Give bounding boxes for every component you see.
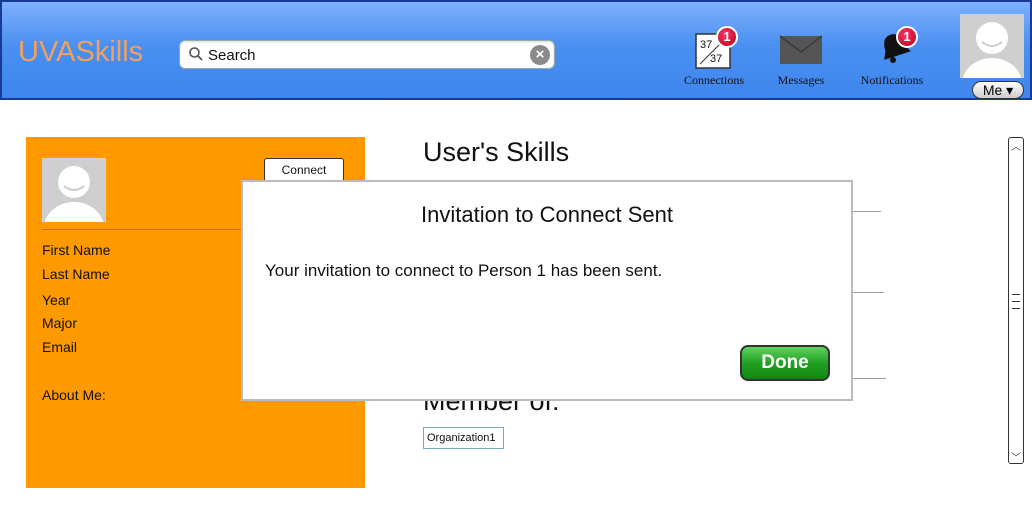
user-avatar[interactable]	[960, 14, 1024, 78]
envelope-icon	[779, 35, 823, 64]
year-label: Year	[42, 292, 71, 308]
last-name-label: Last Name	[42, 266, 110, 282]
major-label: Major	[42, 315, 78, 331]
search-box[interactable]: ×	[179, 40, 555, 69]
avatar-placeholder-icon	[42, 158, 106, 222]
profile-avatar	[42, 158, 106, 222]
notifications-label: Notifications	[860, 73, 924, 87]
nav-connections[interactable]: 37 37 1 Connections	[672, 26, 756, 90]
connections-icon-count-bottom: 37	[710, 53, 722, 65]
vertical-scrollbar[interactable]: ︿ ﹀	[1008, 137, 1024, 464]
avatar-placeholder-icon	[960, 14, 1024, 78]
notifications-badge: 1	[896, 26, 918, 48]
about-me-label: About Me:	[42, 387, 106, 403]
connections-badge: 1	[716, 26, 738, 48]
messages-label: Messages	[777, 73, 825, 87]
connect-button[interactable]: Connect	[264, 158, 344, 182]
done-button[interactable]: Done	[740, 345, 830, 381]
email-label: Email	[42, 339, 78, 355]
scroll-up-icon[interactable]: ︿	[1010, 138, 1022, 153]
connections-label: Connections	[684, 73, 744, 87]
scroll-down-icon[interactable]: ﹀	[1010, 449, 1022, 464]
skills-separator	[853, 211, 881, 212]
clear-search-icon[interactable]: ×	[530, 45, 550, 65]
nav-notifications[interactable]: 1 Notifications	[850, 26, 934, 90]
dialog-title: Invitation to Connect Sent	[421, 202, 673, 227]
organization-tag[interactable]: Organization1	[423, 427, 504, 449]
invitation-sent-dialog: Invitation to Connect Sent Your invitati…	[241, 180, 853, 401]
me-menu-button[interactable]: Me ▾	[972, 81, 1024, 99]
first-name-label: First Name	[42, 242, 111, 258]
search-input[interactable]	[208, 44, 518, 66]
scroll-thumb[interactable]	[1012, 288, 1020, 316]
dialog-message: Your invitation to connect to Person 1 h…	[265, 261, 663, 280]
skills-separator	[853, 292, 884, 293]
connections-icon-count-top: 37	[700, 39, 712, 51]
skills-title: User's Skills	[423, 137, 570, 167]
skills-separator	[853, 378, 886, 379]
search-icon	[189, 47, 203, 61]
brand-logo[interactable]: UVASkills	[18, 36, 143, 69]
nav-messages[interactable]: Messages	[759, 30, 843, 90]
